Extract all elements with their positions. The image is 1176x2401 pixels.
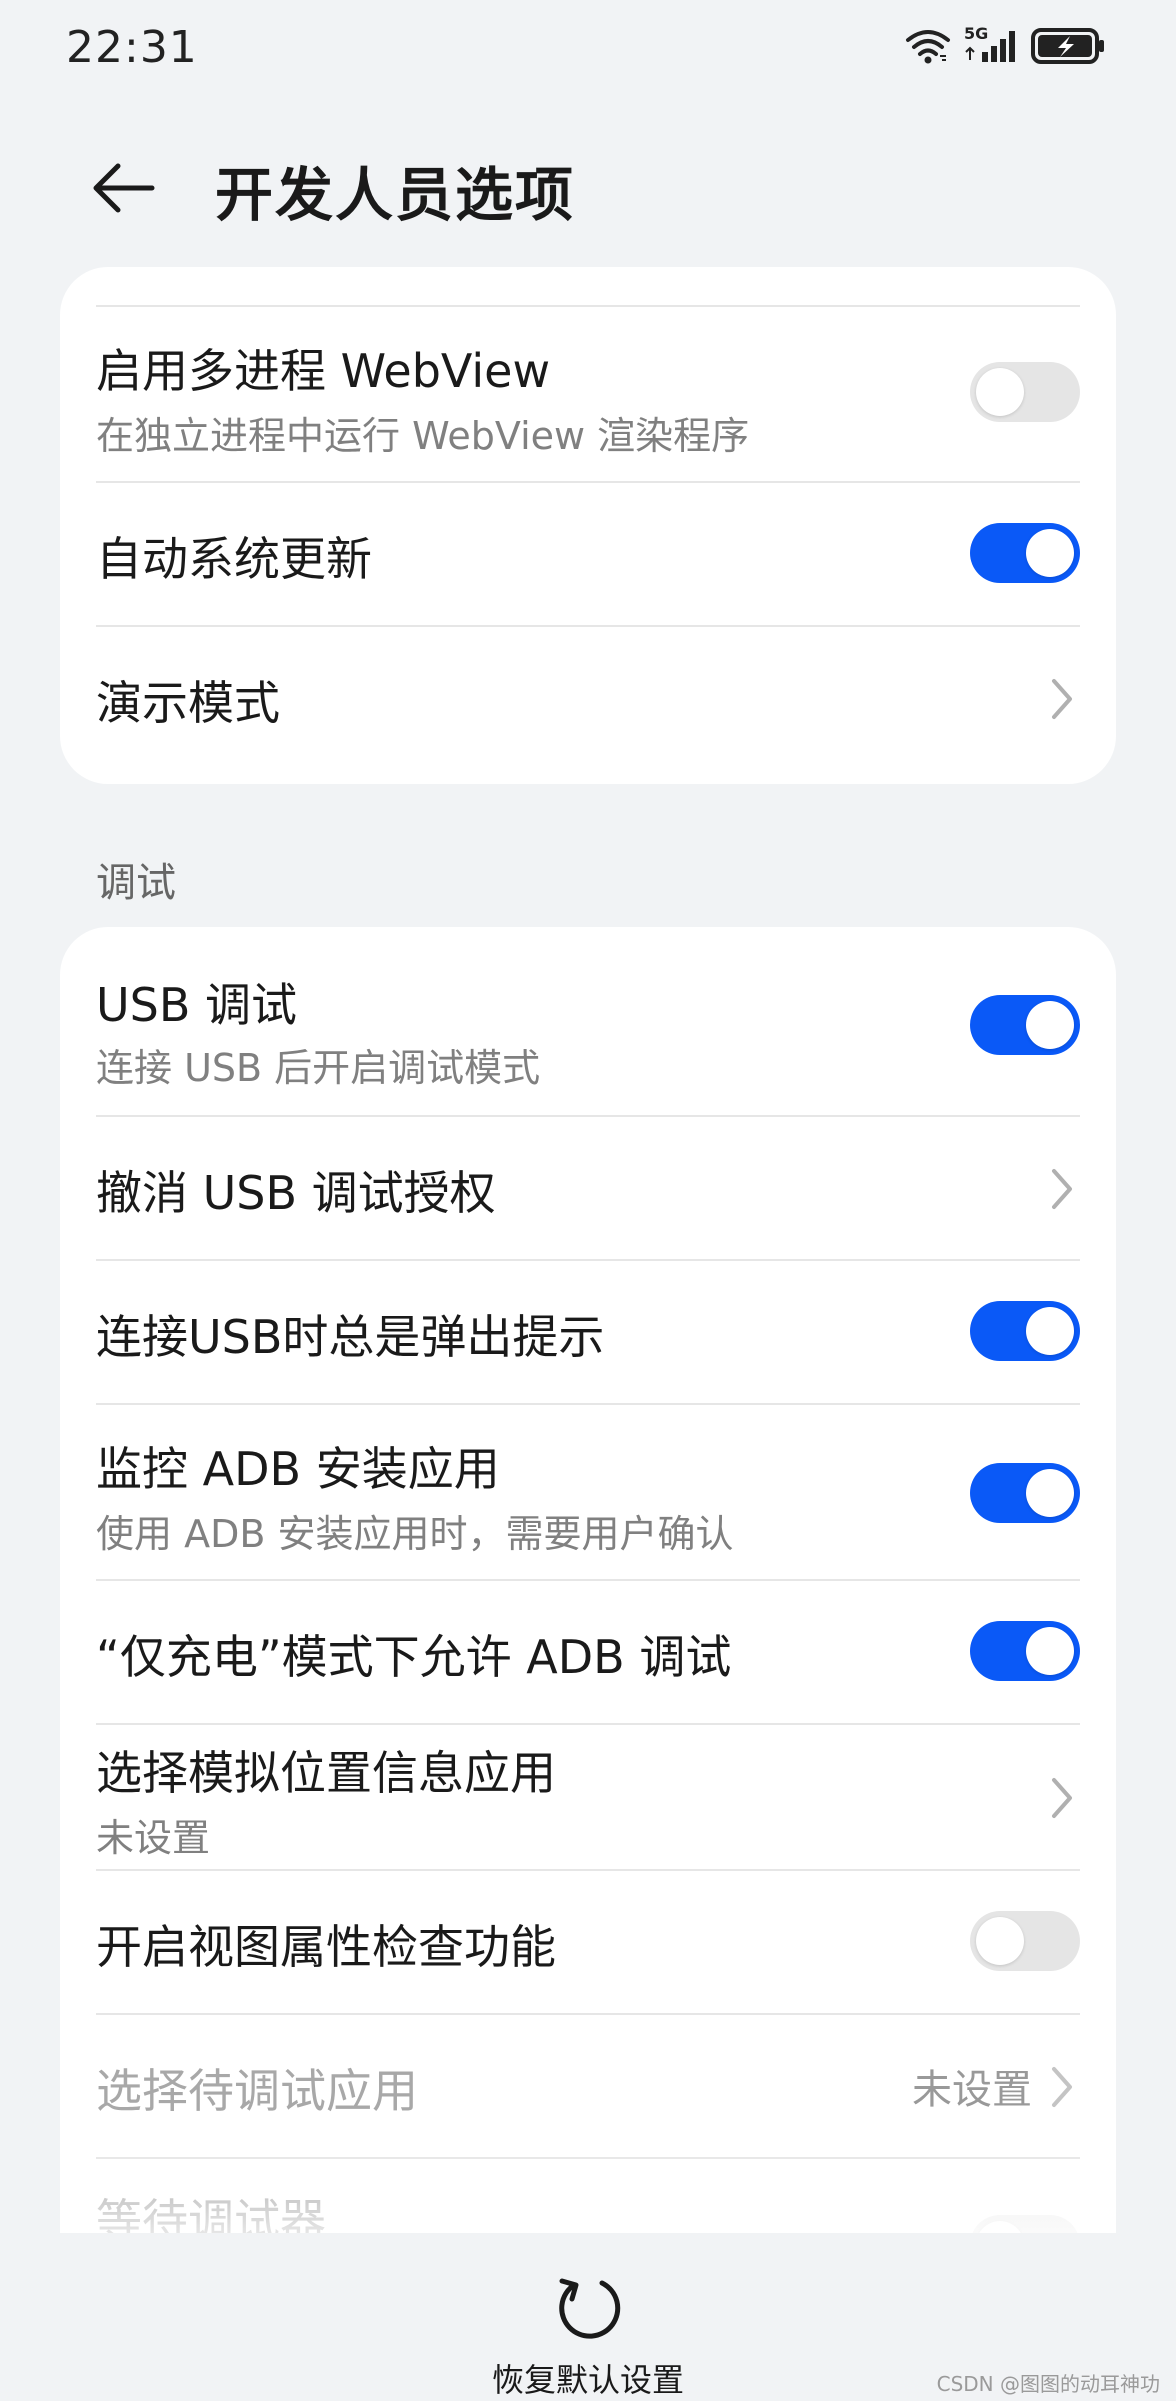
- reset-defaults-label: 恢复默认设置: [491, 2361, 684, 2399]
- revoke-usb-auth-row[interactable]: 撤消 USB 调试授权: [96, 1115, 1080, 1261]
- settings-group-general: 启用多进程 WebView 在独立进程中运行 WebView 渲染程序 自动系统…: [60, 267, 1116, 784]
- usb-debugging-row[interactable]: USB 调试 连接 USB 后开启调试模式: [96, 927, 1080, 1115]
- cellular-signal-icon: 5G: [964, 24, 1018, 66]
- watermark: CSDN @图图的动耳神功: [936, 2372, 1160, 2396]
- back-button[interactable]: [88, 148, 178, 228]
- back-arrow-icon: [93, 163, 155, 213]
- monitor-adb-install-row[interactable]: 监控 ADB 安装应用 使用 ADB 安装应用时，需要用户确认: [96, 1403, 1080, 1581]
- demo-mode-row[interactable]: 演示模式: [96, 625, 1080, 771]
- toggle-knob: [1026, 1307, 1074, 1355]
- status-bar: 22:31 5G: [0, 0, 1176, 100]
- row-title: 启用多进程 WebView: [96, 344, 551, 398]
- toggle-knob: [1026, 1001, 1074, 1049]
- usb-debugging-toggle[interactable]: [970, 995, 1080, 1055]
- row-title: 演示模式: [96, 676, 280, 730]
- page-header: 开发人员选项: [0, 120, 1176, 250]
- charge-only-adb-row[interactable]: “仅充电”模式下允许 ADB 调试: [96, 1579, 1080, 1725]
- row-subtitle: 连接 USB 后开启调试模式: [96, 1046, 541, 1090]
- wait-for-debugger-row[interactable]: 等待调试器: [96, 2157, 1080, 2233]
- toggle-knob: [1026, 1469, 1074, 1517]
- auto-system-update-toggle[interactable]: [970, 523, 1080, 583]
- charge-only-adb-toggle[interactable]: [970, 1621, 1080, 1681]
- row-title: 选择模拟位置信息应用: [96, 1746, 556, 1800]
- row-subtitle: 使用 ADB 安装应用时，需要用户确认: [96, 1512, 734, 1556]
- row-value: 未设置: [912, 2067, 1032, 2113]
- auto-system-update-row[interactable]: 自动系统更新: [96, 481, 1080, 627]
- toggle-knob: [976, 1917, 1024, 1965]
- chevron-right-icon: [1052, 1169, 1072, 1209]
- wait-for-debugger-toggle[interactable]: [970, 2215, 1080, 2233]
- multiprocess-webview-row[interactable]: 启用多进程 WebView 在独立进程中运行 WebView 渲染程序: [96, 305, 1080, 483]
- usb-connect-prompt-row[interactable]: 连接USB时总是弹出提示: [96, 1259, 1080, 1405]
- row-title: 连接USB时总是弹出提示: [96, 1310, 605, 1364]
- chevron-right-icon: [1052, 1778, 1072, 1818]
- row-title: 自动系统更新: [96, 532, 372, 586]
- multiprocess-webview-toggle[interactable]: [970, 362, 1080, 422]
- wifi-icon: [906, 30, 950, 64]
- mock-location-app-row[interactable]: 选择模拟位置信息应用 未设置: [96, 1723, 1080, 1871]
- reset-defaults-button[interactable]: 恢复默认设置: [480, 2253, 696, 2399]
- chevron-right-icon: [1052, 679, 1072, 719]
- row-title: 撤消 USB 调试授权: [96, 1166, 496, 1220]
- status-icons: 5G: [904, 24, 1106, 66]
- row-title: 开启视图属性检查功能: [96, 1920, 556, 1974]
- page-title: 开发人员选项: [215, 161, 576, 229]
- toggle-knob: [976, 368, 1024, 416]
- row-subtitle: 未设置: [96, 1816, 211, 1860]
- row-title: USB 调试: [96, 978, 298, 1032]
- select-debug-app-row[interactable]: 选择待调试应用 未设置: [96, 2013, 1080, 2159]
- toggle-knob: [1026, 529, 1074, 577]
- battery-charging-icon: [1031, 28, 1104, 64]
- row-title: 等待调试器: [96, 2194, 326, 2233]
- toggle-knob: [976, 2221, 1024, 2233]
- row-title: 监控 ADB 安装应用: [96, 1442, 500, 1496]
- settings-group-debug: USB 调试 连接 USB 后开启调试模式 撤消 USB 调试授权 连接USB时…: [60, 927, 1116, 2233]
- row-title: 选择待调试应用: [96, 2064, 418, 2118]
- row-subtitle: 在独立进程中运行 WebView 渲染程序: [96, 414, 750, 458]
- status-time: 22:31: [66, 22, 198, 73]
- monitor-adb-install-toggle[interactable]: [970, 1463, 1080, 1523]
- row-title: “仅充电”模式下允许 ADB 调试: [96, 1630, 732, 1684]
- section-label-debug: 调试: [96, 860, 176, 906]
- chevron-right-icon: [1052, 2067, 1072, 2107]
- reset-icon: [559, 2278, 621, 2339]
- usb-connect-prompt-toggle[interactable]: [970, 1301, 1080, 1361]
- view-attribute-inspection-row[interactable]: 开启视图属性检查功能: [96, 1869, 1080, 2015]
- view-attribute-inspection-toggle[interactable]: [970, 1911, 1080, 1971]
- toggle-knob: [1026, 1627, 1074, 1675]
